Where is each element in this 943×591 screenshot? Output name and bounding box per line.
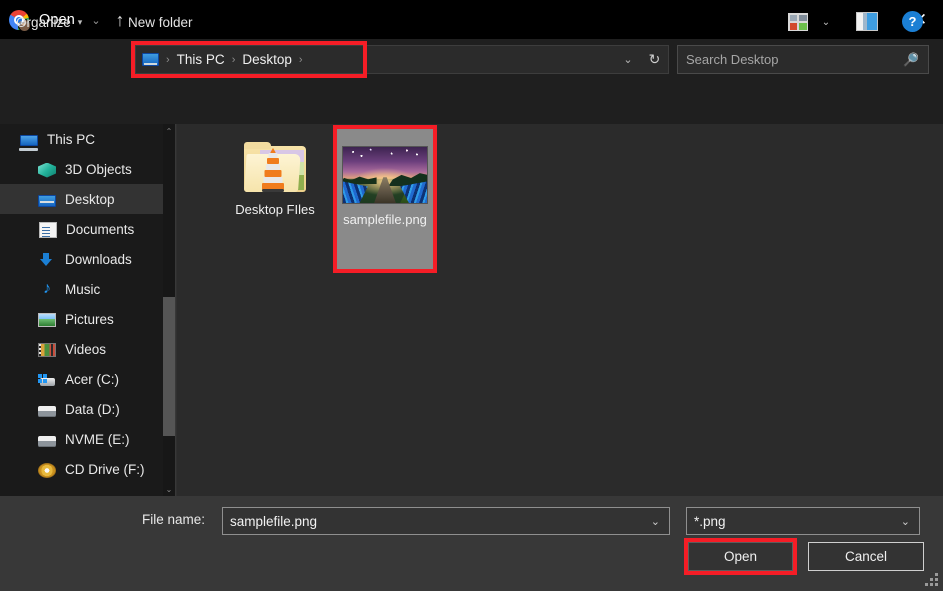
- refresh-button[interactable]: ↻: [641, 45, 669, 74]
- file-type-dropdown[interactable]: *.png ⌄: [686, 507, 920, 535]
- file-item-label: Desktop FIles: [235, 202, 315, 217]
- new-folder-button[interactable]: New folder: [128, 0, 193, 44]
- vlc-cone-icon: [262, 148, 284, 192]
- sidebar-item-desktop[interactable]: Desktop: [0, 184, 175, 214]
- sidebar-item-acer-c[interactable]: Acer (C:): [0, 364, 175, 394]
- chevron-down-icon[interactable]: ⌄: [651, 515, 660, 528]
- selected-file-highlight-annotation: [333, 125, 437, 273]
- chevron-down-icon[interactable]: ⌄: [901, 515, 910, 528]
- cd-drive-icon: [38, 462, 56, 478]
- search-icon: 🔍: [902, 51, 919, 67]
- sidebar-item-label: Pictures: [65, 311, 114, 327]
- downloads-icon: [38, 252, 56, 268]
- sidebar-item-downloads[interactable]: Downloads: [0, 244, 175, 274]
- cancel-button[interactable]: Cancel: [808, 542, 924, 571]
- sidebar-item-documents[interactable]: Documents: [0, 214, 175, 244]
- help-icon[interactable]: ?: [902, 11, 923, 32]
- scroll-up-icon[interactable]: ⌃: [163, 124, 175, 138]
- file-name-value: samplefile.png: [230, 513, 318, 529]
- sidebar-item-label: Downloads: [65, 251, 132, 267]
- sidebar-item-data-d[interactable]: Data (D:): [0, 394, 175, 424]
- organize-button[interactable]: Organize ▾: [16, 0, 82, 44]
- chevron-down-icon: ▾: [77, 16, 83, 27]
- file-type-value: *.png: [694, 513, 726, 529]
- sidebar-item-label: This PC: [47, 131, 96, 147]
- folder-vlc-icon: [227, 142, 323, 194]
- address-bar-highlight-annotation: [131, 41, 367, 78]
- open-button-highlight-annotation: [684, 538, 797, 575]
- preview-pane-icon[interactable]: [856, 12, 878, 31]
- recent-locations-button[interactable]: ⌄: [84, 0, 108, 41]
- sidebar-item-cd-drive-f[interactable]: CD Drive (F:): [0, 454, 175, 484]
- view-options-icon[interactable]: [788, 13, 808, 31]
- sidebar-item-videos[interactable]: Videos: [0, 334, 175, 364]
- file-list-view: Desktop FIles samplefile.png: [177, 124, 943, 496]
- file-name-label: File name:: [142, 512, 206, 527]
- sidebar-item-label: Data (D:): [65, 401, 120, 417]
- sidebar-item-label: 3D Objects: [65, 161, 132, 177]
- address-dropdown-button[interactable]: ⌄: [615, 45, 642, 74]
- 3d-objects-icon: [38, 162, 56, 178]
- documents-icon: [39, 221, 57, 238]
- sidebar-item-label: NVME (E:): [65, 431, 130, 447]
- sidebar-item-label: Acer (C:): [65, 371, 119, 387]
- drive-icon: [38, 405, 56, 417]
- sidebar-item-3d-objects[interactable]: 3D Objects: [0, 154, 175, 184]
- pictures-icon: [38, 313, 56, 327]
- sidebar-item-label: Documents: [66, 221, 135, 237]
- sidebar-item-music[interactable]: ♪ Music: [0, 274, 175, 304]
- command-bar: [0, 80, 943, 124]
- videos-icon: [38, 343, 56, 357]
- scroll-down-icon[interactable]: ⌄: [163, 482, 175, 496]
- drive-icon: [38, 435, 56, 447]
- file-item-desktop-files[interactable]: Desktop FIles: [227, 136, 323, 218]
- sidebar-item-label: Music: [65, 281, 101, 297]
- music-icon: ♪: [43, 280, 51, 297]
- sidebar-item-label: Videos: [65, 341, 107, 357]
- sidebar-item-label: CD Drive (F:): [65, 461, 145, 477]
- open-file-dialog: Open ✕ ← → ⌄ ↑ › This PC › Desktop › ⌄ ↻…: [0, 0, 943, 591]
- system-drive-icon: [38, 374, 56, 387]
- this-pc-icon: [19, 134, 38, 151]
- organize-label: Organize: [16, 14, 71, 30]
- search-box[interactable]: Search Desktop 🔍: [677, 45, 929, 74]
- sidebar-item-label: Desktop: [65, 191, 115, 207]
- chevron-down-icon[interactable]: ⌄: [818, 13, 834, 31]
- desktop-icon: [38, 194, 56, 207]
- sidebar-item-pictures[interactable]: Pictures: [0, 304, 175, 334]
- resize-grip[interactable]: [924, 572, 938, 586]
- navigation-pane: This PC 3D Objects Desktop Documents Dow…: [0, 124, 175, 496]
- file-name-input[interactable]: samplefile.png ⌄: [222, 507, 670, 535]
- sidebar-scrollbar-thumb[interactable]: [163, 297, 175, 436]
- search-input[interactable]: Search Desktop: [686, 52, 903, 67]
- sidebar-item-this-pc[interactable]: This PC: [0, 124, 175, 154]
- sidebar-item-nvme-e[interactable]: NVME (E:): [0, 424, 175, 454]
